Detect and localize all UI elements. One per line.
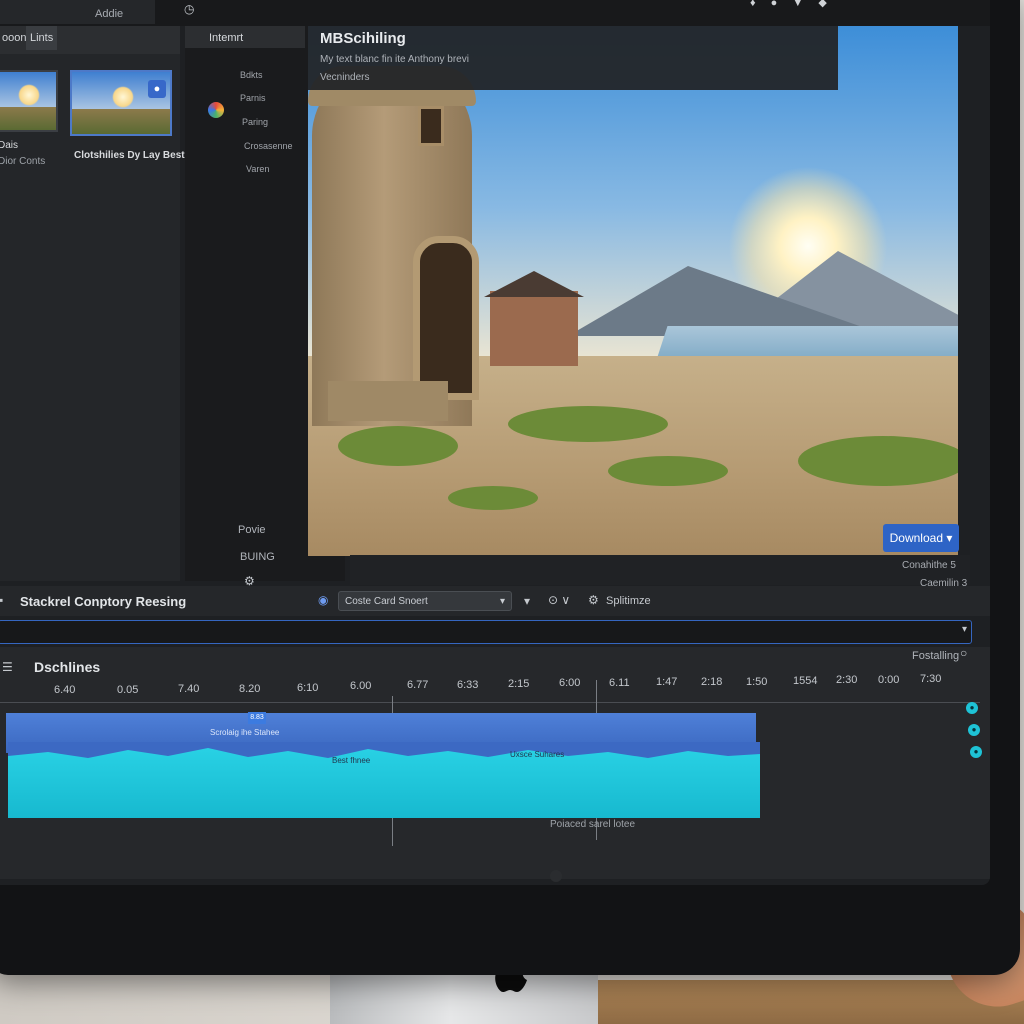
- menu-icon[interactable]: ☰: [2, 660, 13, 674]
- ruler-tick: 6:10: [297, 682, 319, 694]
- thumbnail-caption-1: Dais: [0, 140, 19, 151]
- top-label-1[interactable]: Addie: [95, 8, 123, 20]
- search-input[interactable]: ▾: [0, 620, 972, 644]
- library-thumbnail-1[interactable]: [0, 70, 58, 132]
- preview-title: MBScihiling: [320, 30, 406, 47]
- track-toggle-icon[interactable]: ●: [968, 724, 980, 736]
- ruler-tick: 7.40: [178, 683, 200, 695]
- ruler-tick: 6.77: [407, 679, 429, 691]
- checkbox-icon[interactable]: ◉: [318, 593, 328, 607]
- ruler-tick: 2:15: [508, 678, 530, 690]
- ruler-tick: 0.05: [117, 684, 139, 696]
- ruler-tick: 0:00: [878, 674, 900, 686]
- download-button[interactable]: Download ▾: [883, 524, 959, 552]
- ruler-tick: 6.00: [350, 680, 372, 692]
- tree-header[interactable]: Intemrt: [185, 26, 305, 48]
- tree-item[interactable]: Varen: [246, 164, 269, 174]
- screen: Addie ◷ ♦ ● ▼ ◆ ooon Lints ● Dais Dior C…: [0, 0, 990, 885]
- clock-icon[interactable]: ◷: [184, 2, 194, 16]
- tree-item[interactable]: Paring: [242, 117, 268, 127]
- tree-item[interactable]: Crosasenne: [244, 141, 293, 151]
- desk: [560, 980, 1024, 1024]
- top-left-bar: Addie: [0, 0, 155, 24]
- camera-dot: [550, 870, 562, 882]
- side-label-buing[interactable]: BUING: [240, 551, 275, 563]
- track-toggle-icon[interactable]: ●: [970, 746, 982, 758]
- monitor: Addie ◷ ♦ ● ▼ ◆ ooon Lints ● Dais Dior C…: [0, 0, 1020, 975]
- playhead[interactable]: 8.83: [248, 712, 266, 724]
- clip-label: Scrolaig ihe Stahee: [210, 728, 280, 737]
- side-label-povie[interactable]: Povie: [238, 524, 266, 536]
- ruler-tick: 6.40: [54, 684, 76, 696]
- preview-subtitle-2: Vecninders: [320, 72, 370, 83]
- tree-item[interactable]: Bdkts: [240, 70, 263, 80]
- ruler-tick: 1:50: [746, 676, 768, 688]
- clip-label: Best fhnee: [332, 756, 371, 765]
- timeline-caption: Poiaced sarel lotee: [550, 819, 636, 830]
- project-title: Stackrel Conptory Reesing: [20, 594, 187, 609]
- preset-select-value: Coste Card Snoert: [345, 596, 428, 607]
- ruler-tick: 6.11: [609, 677, 630, 689]
- timer-icon[interactable]: ⊙ ∨: [548, 593, 570, 607]
- chevron-down-icon[interactable]: ▾: [962, 624, 967, 635]
- download-option-1[interactable]: Conahithe 5: [902, 560, 956, 571]
- chevron-down-icon: ▾: [499, 596, 505, 607]
- thumbnail-subcaption: Dior Conts: [0, 156, 46, 167]
- ruler-tick: 6:33: [457, 679, 479, 691]
- timeline-title: Dschlines: [34, 659, 101, 675]
- timeline-ruler: [0, 702, 980, 703]
- ruler-tick: 2:18: [701, 676, 723, 688]
- preset-select[interactable]: Coste Card Snoert ▾: [338, 591, 512, 611]
- clip-label: Uxsce Suhares: [510, 750, 565, 759]
- ruler-tick: 6:00: [559, 677, 581, 689]
- ruler-tick: 7:30: [920, 673, 942, 685]
- window-controls-icon[interactable]: ♦ ● ▼ ◆: [750, 0, 833, 9]
- circle-icon[interactable]: ○: [960, 646, 967, 660]
- library-thumbnail-2[interactable]: ●: [70, 70, 172, 136]
- ruler-tick: 2:30: [836, 674, 858, 686]
- track-toggle-icon[interactable]: ●: [966, 702, 978, 714]
- tree-item[interactable]: Parnis: [240, 93, 266, 103]
- settings-icon[interactable]: ⚙: [588, 593, 599, 607]
- preview-subtitle-1: My text blanc fin ite Anthony brevi: [320, 54, 469, 65]
- timeline-right-label[interactable]: Fostalling: [912, 650, 959, 662]
- play-badge-icon: ●: [148, 80, 166, 98]
- color-wheel-icon[interactable]: [208, 102, 224, 118]
- track-icon: ▪: [0, 593, 4, 607]
- ruler-tick: 1554: [793, 675, 818, 687]
- tree-header-label: Intemrt: [209, 32, 244, 44]
- tab-lints[interactable]: Lints: [26, 26, 58, 50]
- audio-waveform: [8, 742, 760, 758]
- preview-footer: [350, 555, 970, 585]
- video-preview[interactable]: [308, 26, 958, 556]
- ruler-tick: 1:47: [656, 676, 678, 688]
- split-label[interactable]: Splitimze: [606, 595, 651, 607]
- ruler-tick: 8.20: [239, 683, 261, 695]
- filter-icon[interactable]: ▾: [524, 594, 530, 608]
